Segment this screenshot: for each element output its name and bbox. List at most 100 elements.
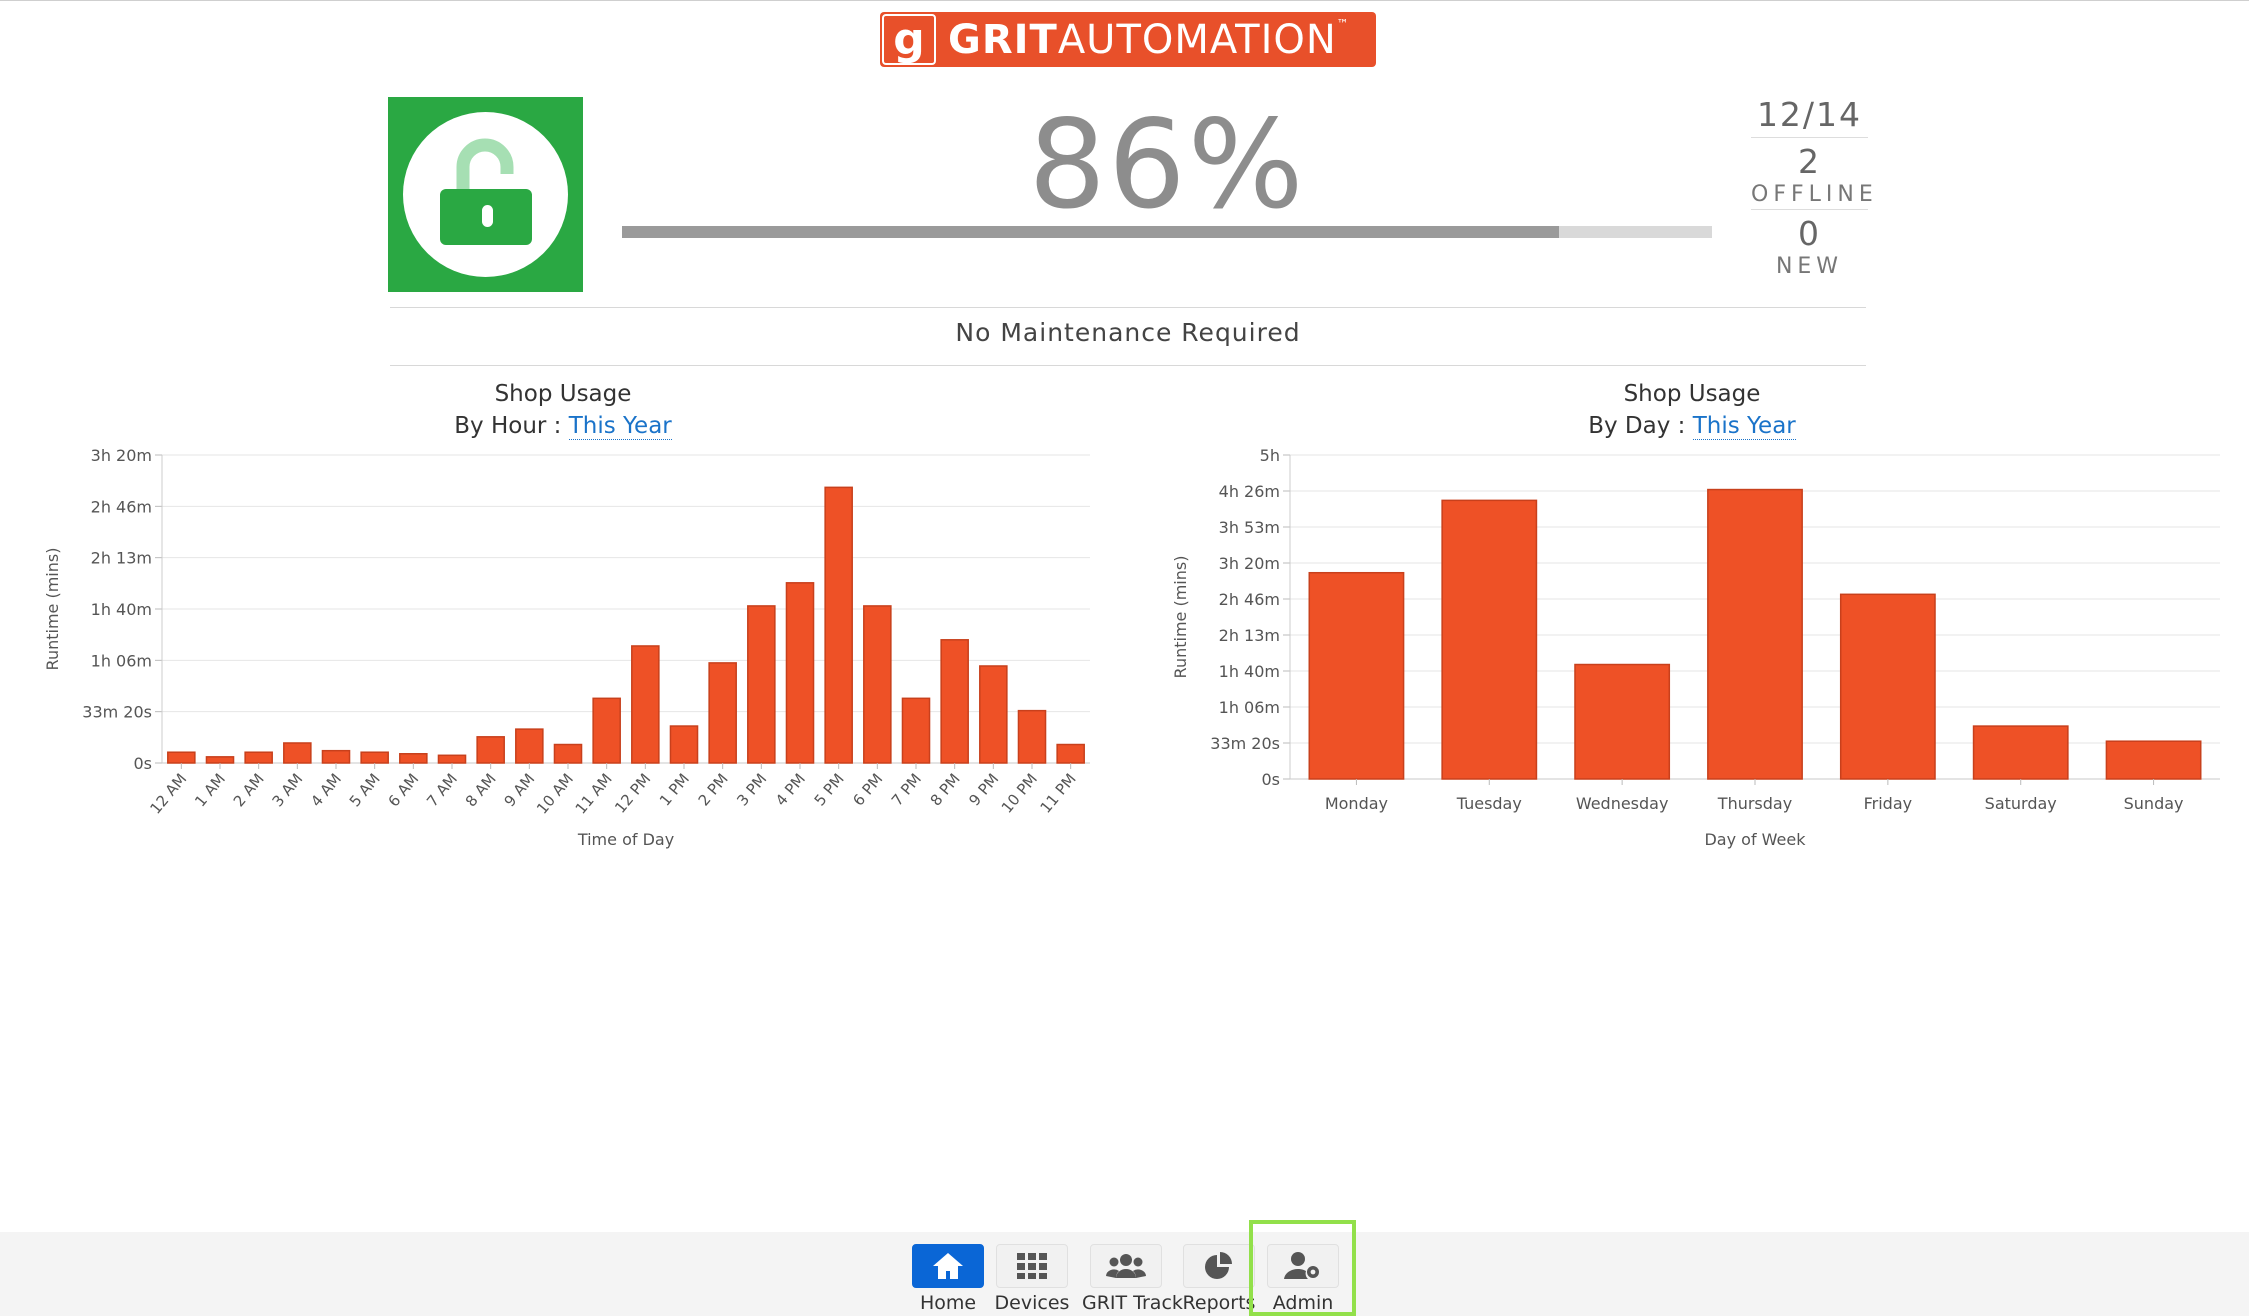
hour-chart-xtick-label: 11 AM: [572, 770, 616, 818]
divider: [390, 307, 1866, 308]
day-chart-ytick-label: 2h 13m: [1219, 626, 1280, 645]
hour-chart-bar: [553, 743, 583, 764]
day-chart-xtick-label: Friday: [1864, 794, 1913, 813]
nav-devices-button[interactable]: [996, 1244, 1068, 1288]
nav-grit-track-label: GRIT Track: [1082, 1292, 1183, 1314]
hour-chart-bar: [785, 582, 815, 764]
hour-chart-bar: [283, 742, 312, 764]
hour-chart-title: Shop Usage: [494, 381, 632, 407]
day-chart-xtick-label: Monday: [1325, 794, 1388, 813]
grid-icon: [1017, 1253, 1047, 1279]
new-label: NEW: [1775, 254, 1844, 279]
hour-chart-xtick-label: 6 AM: [384, 770, 422, 810]
stat-divider: [1751, 209, 1868, 210]
day-usage-chart: 0s 33m 20s 1h 06m 1h 40m 2h 13m 2h 46m 3h 20m 3…: [1171, 446, 2220, 849]
uptime-progress-fill: [622, 226, 1560, 238]
nav-home-button[interactable]: [912, 1244, 984, 1288]
hour-chart-bar: [515, 728, 544, 764]
hour-chart-ytick-label: 1h 06m: [91, 651, 152, 670]
hour-chart-bar: [476, 736, 505, 764]
day-chart-ytick-label: 0s: [1261, 770, 1280, 789]
hour-chart-bar: [1056, 743, 1085, 764]
maintenance-status: No Maintenance Required: [955, 318, 1301, 347]
hour-chart-xtick-label: 4 PM: [772, 770, 809, 809]
day-chart-ytick-label: 4h 26m: [1219, 482, 1280, 501]
hour-chart-bar: [979, 665, 1008, 764]
hour-chart-xtick-label: 3 AM: [268, 770, 306, 810]
day-chart-bar: [1441, 499, 1538, 780]
nav-devices-label: Devices: [994, 1292, 1070, 1314]
nav-grit-track[interactable]: GRIT Track: [1082, 1244, 1183, 1314]
nav-home[interactable]: Home: [904, 1244, 992, 1314]
day-chart-ytick-label: 3h 20m: [1219, 554, 1280, 573]
day-chart-xtick-label: Tuesday: [1456, 794, 1522, 813]
hour-chart-bar: [669, 725, 699, 764]
hour-chart-xtick-label: 11 PM: [1036, 770, 1079, 817]
hour-chart-xtick-label: 9 AM: [500, 770, 538, 810]
day-chart-ytick-label: 2h 46m: [1219, 590, 1280, 609]
hour-chart-xtick-label: 8 PM: [927, 770, 964, 809]
hour-chart-xtick-label: 2 AM: [230, 770, 268, 810]
hour-chart-xtick-label: 12 PM: [611, 770, 654, 817]
hour-chart-bar: [747, 605, 776, 764]
device-stats: 12/14 2 OFFLINE 0 NEW: [1751, 95, 1878, 279]
hour-chart-bar: [708, 662, 737, 764]
nav-home-label: Home: [919, 1292, 977, 1314]
hour-chart-ytick-label: 3h 20m: [91, 446, 152, 465]
hour-usage-chart: 0s 33m 20s 1h 06m 1h 40m 2h 13m 2h 46m 3h 20m 1…: [43, 446, 1090, 849]
hour-chart-xtick-label: 1 PM: [656, 770, 693, 809]
uptime-percent: 86%: [1028, 94, 1306, 236]
day-chart-xaxis-title: Day of Week: [1704, 830, 1806, 849]
hour-chart-xtick-label: 7 PM: [888, 770, 925, 809]
home-icon: [933, 1253, 963, 1279]
hour-chart-bar: [321, 749, 351, 764]
day-chart-bar: [1972, 725, 2069, 780]
logo-trademark: ™: [1336, 16, 1350, 31]
nav-reports-button[interactable]: [1183, 1244, 1255, 1288]
hour-chart-xtick-label: 5 AM: [346, 770, 384, 810]
hour-chart-xtick-label: 1 AM: [191, 770, 229, 810]
admin-highlight-outline: [1249, 1220, 1356, 1316]
hour-chart-bar: [399, 753, 428, 764]
logo-text-bold: GRIT: [948, 16, 1058, 63]
offline-label: OFFLINE: [1751, 182, 1878, 207]
day-chart-xtick-label: Saturday: [1985, 794, 2057, 813]
divider: [390, 365, 1866, 366]
day-chart-bar: [1308, 571, 1405, 780]
hour-chart-xtick-label: 10 AM: [533, 770, 577, 818]
new-count[interactable]: 0: [1751, 214, 1868, 254]
top-border: [0, 0, 2249, 1]
hour-chart-bar: [592, 697, 621, 764]
pie-chart-icon: [1205, 1252, 1232, 1279]
day-chart-ytick-label: 5h: [1260, 446, 1280, 465]
hour-chart-bar: [631, 645, 660, 764]
offline-count[interactable]: 2: [1751, 142, 1868, 182]
hour-chart-xtick-label: 7 AM: [423, 770, 461, 810]
nav-devices[interactable]: Devices: [988, 1244, 1076, 1314]
hour-chart-xtick-label: 3 PM: [733, 770, 770, 809]
hour-chart-xtick-label: 10 PM: [998, 770, 1041, 817]
hour-chart-bar: [205, 756, 235, 764]
hour-chart-bar: [360, 751, 389, 764]
hour-chart-xtick-label: 5 PM: [811, 770, 848, 809]
hour-chart-xtick-label: 9 PM: [965, 770, 1002, 809]
hour-chart-bar: [901, 697, 931, 764]
uptime-progress-bar: [622, 226, 1712, 238]
hour-chart-bar: [940, 639, 969, 764]
lock-status-tile[interactable]: [388, 97, 583, 292]
day-chart-xtick-label: Sunday: [2124, 794, 2184, 813]
day-chart-ytick-label: 3h 53m: [1219, 518, 1280, 537]
hour-chart-bar: [437, 754, 467, 764]
nav-grit-track-button[interactable]: [1090, 1244, 1162, 1288]
hour-chart-xtick-label: 4 AM: [307, 770, 345, 810]
hour-chart-bar: [824, 486, 853, 764]
day-chart-bar: [1707, 488, 1803, 780]
hour-chart-ytick-label: 1h 40m: [91, 600, 152, 619]
day-chart-ytick-label: 1h 06m: [1219, 698, 1280, 717]
hour-chart-bar: [1017, 709, 1047, 764]
hour-chart-ytick-label: 0s: [133, 754, 152, 773]
devices-online-ratio[interactable]: 12/14: [1751, 95, 1868, 135]
stat-divider: [1751, 137, 1868, 138]
day-chart-bar: [2105, 740, 2202, 780]
hour-chart-ytick-label: 2h 13m: [91, 549, 152, 568]
